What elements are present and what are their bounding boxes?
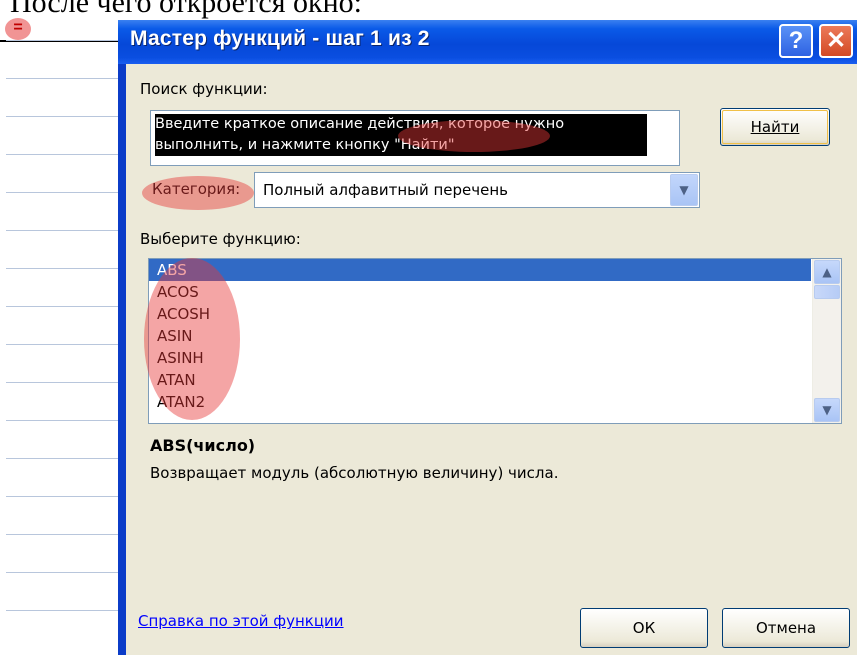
- function-list[interactable]: ABS ACOS ACOSH ASIN ASINH ATAN ATAN2 ▲ ▼: [148, 258, 842, 424]
- search-input-text: Введите краткое описание действия, котор…: [155, 114, 647, 156]
- function-signature: ABS(число): [150, 436, 256, 455]
- sheet-row-line: [6, 610, 118, 611]
- sheet-row-line: [6, 230, 118, 231]
- list-item[interactable]: ASINH: [149, 347, 811, 369]
- sheet-row-line: [6, 192, 118, 193]
- function-help-link[interactable]: Справка по этой функции: [138, 612, 344, 630]
- sheet-row-line: [6, 572, 118, 573]
- function-description: Возвращает модуль (абсолютную величину) …: [150, 464, 559, 482]
- spreadsheet-rows: [0, 36, 125, 656]
- list-item[interactable]: ATAN2: [149, 391, 811, 413]
- page-caption: После чего откроется окно:: [10, 0, 363, 19]
- ok-button[interactable]: ОК: [580, 608, 708, 648]
- sheet-row-line: [6, 154, 118, 155]
- category-selected-value: Полный алфавитный перечень: [263, 181, 509, 199]
- close-button[interactable]: ✕: [819, 24, 853, 58]
- chevron-down-icon[interactable]: ▼: [670, 174, 698, 206]
- sheet-row-line: [6, 306, 118, 307]
- sheet-row-line: [6, 78, 118, 79]
- help-button[interactable]: ?: [779, 24, 813, 58]
- scrollbar-thumb[interactable]: [814, 285, 840, 299]
- search-input[interactable]: Введите краткое описание действия, котор…: [150, 110, 680, 166]
- sheet-row-line: [6, 458, 118, 459]
- dialog-title: Мастер функций - шаг 1 из 2: [130, 27, 430, 50]
- dialog-title-bar[interactable]: Мастер функций - шаг 1 из 2 ? ✕: [118, 20, 857, 64]
- chevron-down-icon[interactable]: ▼: [814, 398, 840, 422]
- dialog-body: Поиск функции: Введите краткое описание …: [126, 64, 857, 655]
- search-label: Поиск функции:: [140, 80, 268, 98]
- category-label: Категория:: [152, 180, 241, 198]
- sheet-row-line: [6, 534, 118, 535]
- list-item[interactable]: ATAN: [149, 369, 811, 391]
- function-list-label: Выберите функцию:: [140, 230, 301, 248]
- sheet-row-line: [6, 344, 118, 345]
- list-item[interactable]: ACOS: [149, 281, 811, 303]
- category-dropdown[interactable]: Полный алфавитный перечень ▼: [254, 172, 700, 208]
- list-item[interactable]: ACOSH: [149, 303, 811, 325]
- sheet-row-line: [6, 496, 118, 497]
- list-item[interactable]: ABS: [149, 259, 811, 281]
- chevron-up-icon[interactable]: ▲: [814, 260, 840, 284]
- sheet-row-line: [6, 382, 118, 383]
- sheet-row-line: [6, 420, 118, 421]
- sheet-row-line: [6, 268, 118, 269]
- function-wizard-dialog: Мастер функций - шаг 1 из 2 ? ✕ Поиск фу…: [118, 20, 857, 655]
- list-scrollbar[interactable]: ▲ ▼: [812, 259, 841, 423]
- find-button-label: Найти: [750, 118, 800, 136]
- sheet-row-line: [6, 40, 118, 41]
- list-item[interactable]: ASIN: [149, 325, 811, 347]
- cancel-button[interactable]: Отмена: [722, 608, 850, 648]
- sheet-row-line: [6, 116, 118, 117]
- find-button[interactable]: Найти: [720, 108, 830, 146]
